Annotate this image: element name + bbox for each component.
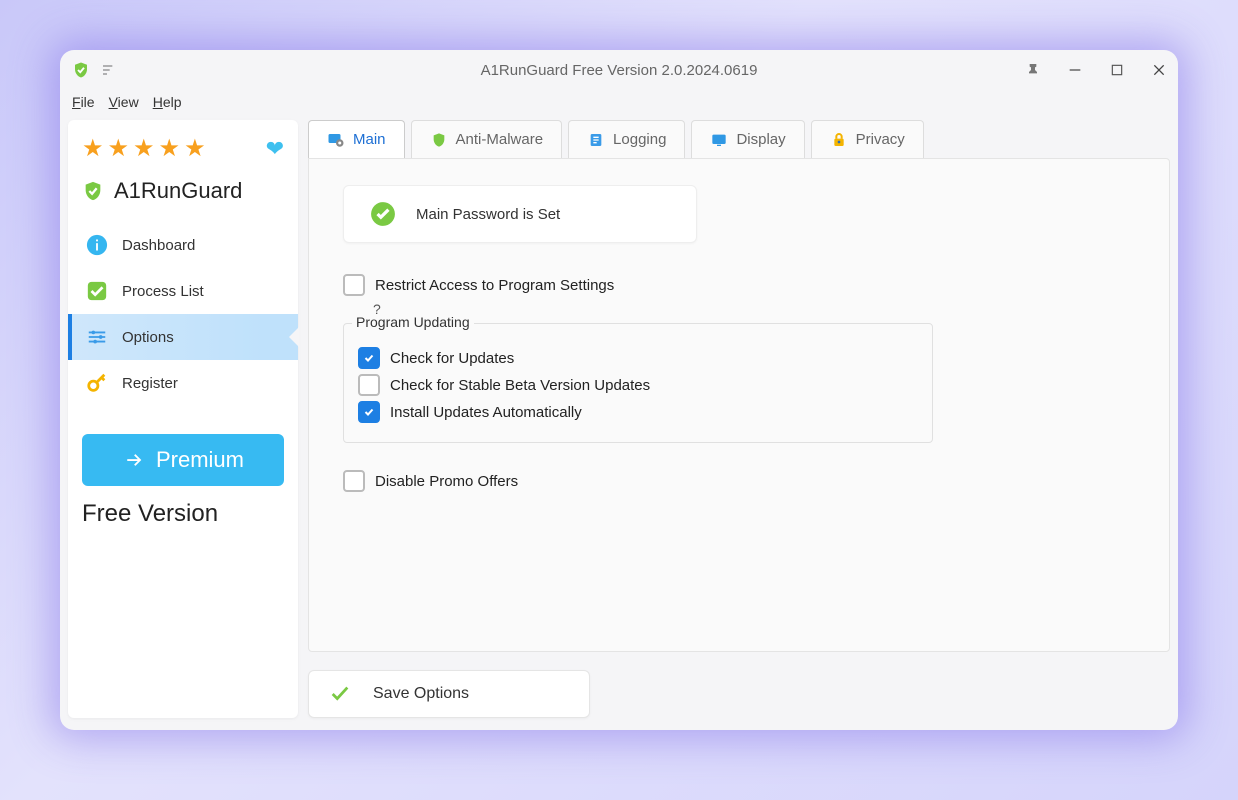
sidebar-item-register[interactable]: Register <box>68 360 298 406</box>
sidebar-item-options[interactable]: Options <box>68 314 298 360</box>
star-icon[interactable]: ★ <box>184 137 206 161</box>
menu-help[interactable]: Help <box>153 94 182 110</box>
key-icon <box>86 372 108 394</box>
sidebar-item-label: Process List <box>122 283 204 300</box>
title-bar: A1RunGuard Free Version 2.0.2024.0619 <box>60 50 1178 90</box>
document-icon <box>587 131 605 149</box>
sidebar-item-processlist[interactable]: Process List <box>68 268 298 314</box>
check-beta-row[interactable]: Check for Stable Beta Version Updates <box>358 374 918 396</box>
free-version-label: Free Version <box>68 496 298 528</box>
check-icon <box>329 683 351 705</box>
menu-file[interactable]: File <box>72 94 95 110</box>
arrow-right-icon <box>122 451 146 469</box>
tab-label: Main <box>353 131 386 148</box>
save-options-button[interactable]: Save Options <box>308 670 590 718</box>
tab-label: Privacy <box>856 131 905 148</box>
tab-main[interactable]: Main <box>308 120 405 158</box>
checkbox-unchecked-icon[interactable] <box>343 470 365 492</box>
sidebar-item-label: Register <box>122 375 178 392</box>
pin-icon[interactable] <box>1022 59 1044 81</box>
help-mark[interactable]: ? <box>373 301 1135 317</box>
sliders-icon <box>86 326 108 348</box>
brand-row: A1RunGuard <box>68 170 298 222</box>
disable-promo-row[interactable]: Disable Promo Offers <box>343 470 1135 492</box>
star-icon[interactable]: ★ <box>133 137 155 161</box>
heart-icon[interactable]: ❤ <box>266 136 284 162</box>
options-panel: Main Password is Set Restrict Access to … <box>308 158 1170 652</box>
minimize-button[interactable] <box>1064 59 1086 81</box>
app-shield-icon <box>70 59 92 81</box>
restrict-access-label: Restrict Access to Program Settings <box>375 277 614 294</box>
close-button[interactable] <box>1148 59 1170 81</box>
tab-label: Display <box>736 131 785 148</box>
save-label: Save Options <box>373 685 469 703</box>
checkbox-unchecked-icon[interactable] <box>343 274 365 296</box>
install-auto-row[interactable]: Install Updates Automatically <box>358 401 918 423</box>
premium-button[interactable]: Premium <box>82 434 284 486</box>
star-icon[interactable]: ★ <box>108 137 130 161</box>
premium-label: Premium <box>156 447 244 473</box>
tab-privacy[interactable]: Privacy <box>811 120 924 158</box>
sidebar-item-label: Options <box>122 329 174 346</box>
shield-icon <box>430 131 448 149</box>
tab-label: Anti-Malware <box>456 131 544 148</box>
tab-display[interactable]: Display <box>691 120 804 158</box>
rating-row: ★ ★ ★ ★ ★ ❤ <box>68 128 298 170</box>
checkbox-checked-icon[interactable] <box>358 401 380 423</box>
lock-icon <box>830 131 848 149</box>
app-window: A1RunGuard Free Version 2.0.2024.0619 Fi… <box>60 50 1178 730</box>
password-status-label: Main Password is Set <box>416 206 560 223</box>
monitor-gear-icon <box>327 131 345 149</box>
tabs-row: Main Anti-Malware Logging <box>308 120 1170 158</box>
check-circle-icon <box>370 201 396 227</box>
program-updating-group: Program Updating Check for Updates Check… <box>343 323 933 443</box>
restrict-access-row[interactable]: Restrict Access to Program Settings <box>343 274 1135 296</box>
info-icon <box>86 234 108 256</box>
maximize-button[interactable] <box>1106 59 1128 81</box>
sidebar-item-label: Dashboard <box>122 237 195 254</box>
group-legend: Program Updating <box>352 314 474 330</box>
sort-icon[interactable] <box>98 59 120 81</box>
display-icon <box>710 131 728 149</box>
brand-label: A1RunGuard <box>114 178 242 204</box>
tab-antimalware[interactable]: Anti-Malware <box>411 120 563 158</box>
sidebar-item-dashboard[interactable]: Dashboard <box>68 222 298 268</box>
window-title: A1RunGuard Free Version 2.0.2024.0619 <box>60 62 1178 79</box>
sidebar: ★ ★ ★ ★ ★ ❤ A1RunGuard Dashboard <box>68 120 298 718</box>
disable-promo-label: Disable Promo Offers <box>375 473 518 490</box>
check-box-icon <box>86 280 108 302</box>
install-auto-label: Install Updates Automatically <box>390 404 582 421</box>
tab-label: Logging <box>613 131 666 148</box>
tab-logging[interactable]: Logging <box>568 120 685 158</box>
star-icon[interactable]: ★ <box>159 137 181 161</box>
checkbox-checked-icon[interactable] <box>358 347 380 369</box>
check-beta-label: Check for Stable Beta Version Updates <box>390 377 650 394</box>
star-icon[interactable]: ★ <box>82 137 104 161</box>
check-updates-row[interactable]: Check for Updates <box>358 347 918 369</box>
password-status-card: Main Password is Set <box>343 185 697 243</box>
main-area: Main Anti-Malware Logging <box>308 120 1170 718</box>
shield-icon <box>82 180 104 202</box>
checkbox-unchecked-icon[interactable] <box>358 374 380 396</box>
menu-bar: File View Help <box>60 90 1178 114</box>
check-updates-label: Check for Updates <box>390 350 514 367</box>
menu-view[interactable]: View <box>109 94 139 110</box>
